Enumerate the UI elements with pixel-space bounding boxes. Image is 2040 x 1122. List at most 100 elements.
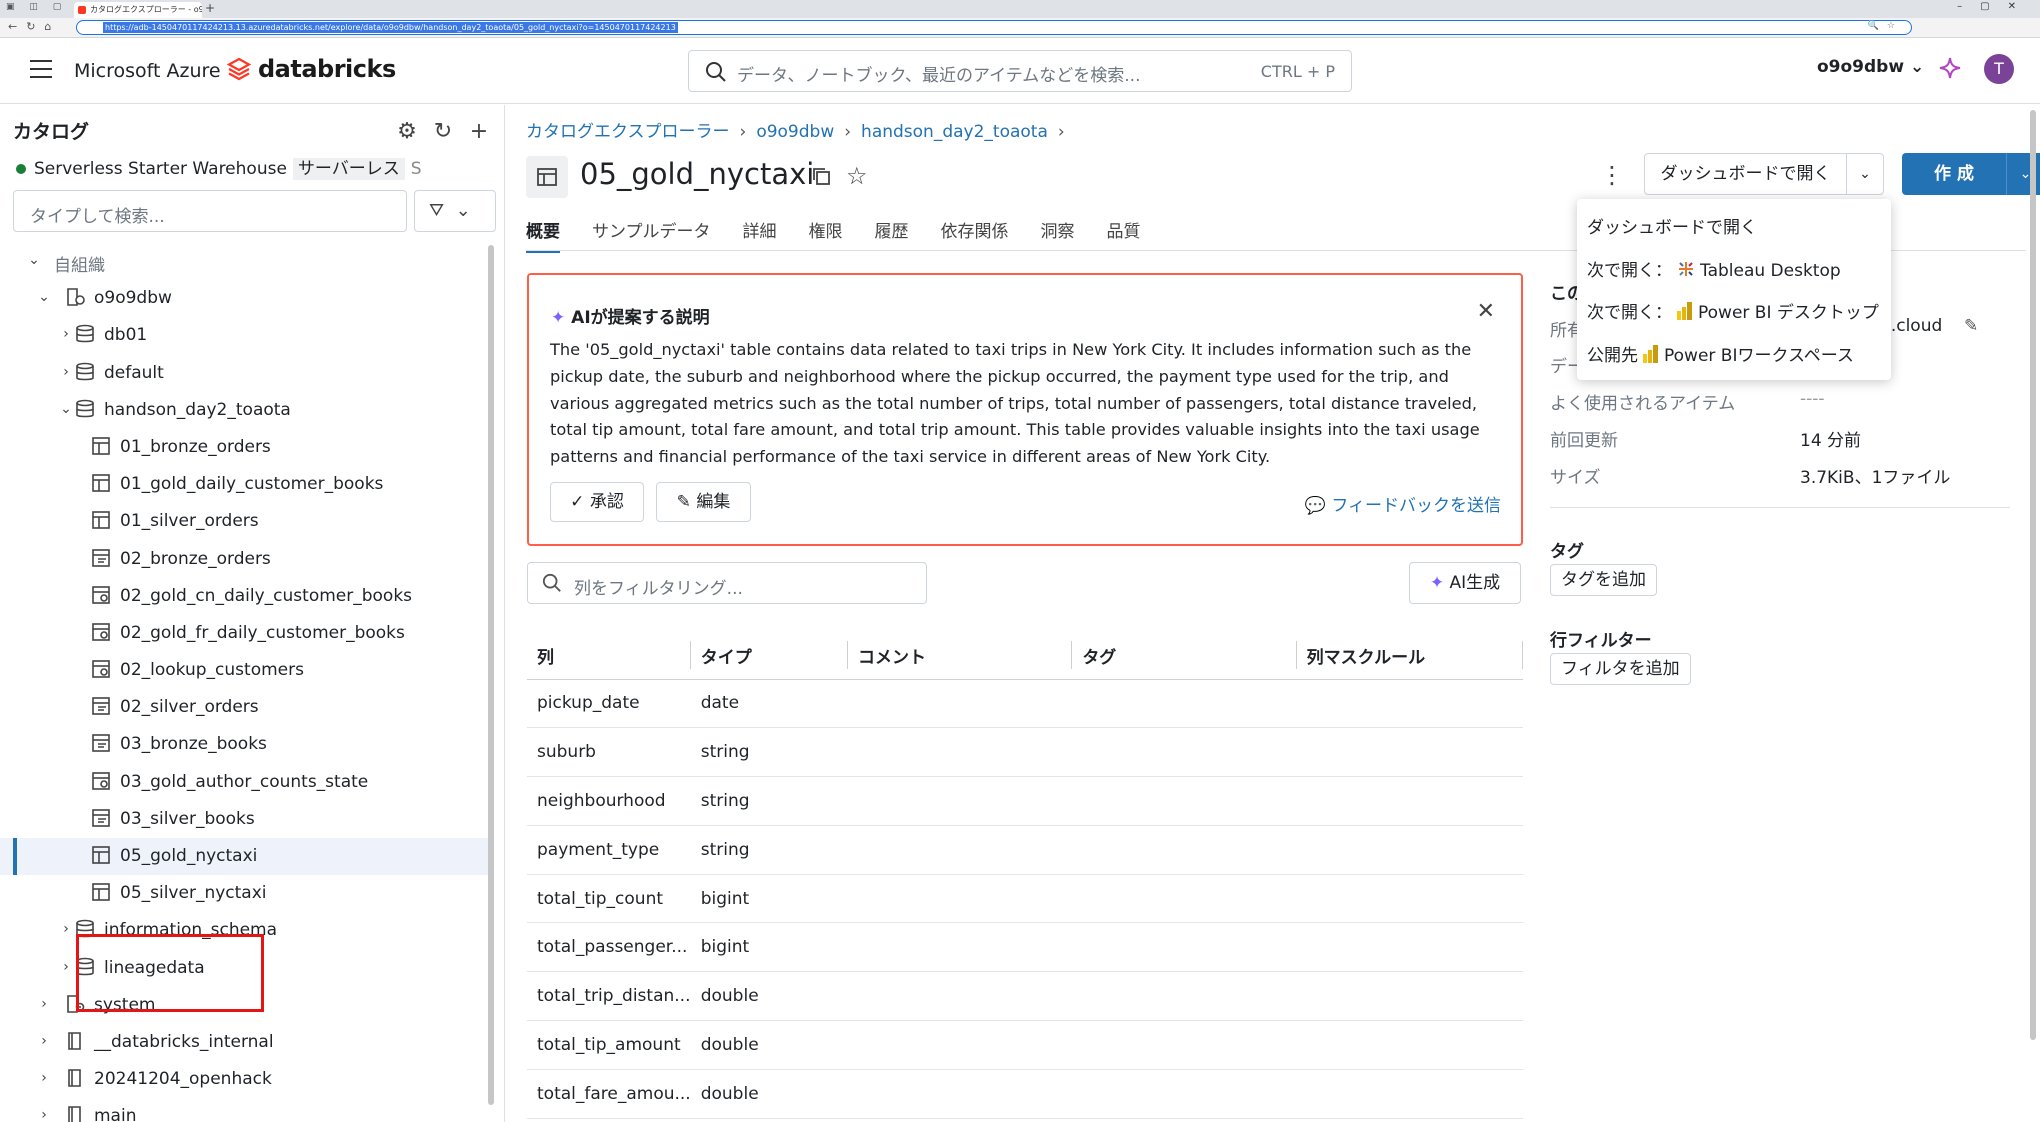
- menu-item-publish-powerbi-workspace[interactable]: 公開先 Power BIワークスペース: [1587, 341, 1854, 369]
- column-tags-cell[interactable]: [1072, 825, 1297, 875]
- chevron-right-icon[interactable]: ›: [37, 1033, 51, 1049]
- column-comment-cell[interactable]: [847, 874, 1073, 924]
- menu-icon[interactable]: [30, 60, 52, 78]
- ai-generate-button[interactable]: ✦ AI生成: [1409, 562, 1521, 604]
- chevron-right-icon[interactable]: ›: [59, 921, 73, 937]
- column-mask-cell[interactable]: [1296, 1069, 1523, 1119]
- table-row[interactable]: suburb string: [527, 727, 1523, 778]
- settings-gear-icon[interactable]: ⚙: [393, 119, 421, 144]
- star-icon[interactable]: ☆: [846, 162, 868, 190]
- breadcrumb-catalog-explorer[interactable]: カタログエクスプローラー: [526, 122, 730, 142]
- header-mask-rule[interactable]: 列マスクルール: [1296, 633, 1523, 680]
- tree-item[interactable]: 03_gold_author_counts_state: [0, 764, 490, 801]
- tree-item[interactable]: › main: [0, 1098, 490, 1122]
- header-tags[interactable]: タグ: [1072, 633, 1297, 680]
- tree-item[interactable]: 01_gold_daily_customer_books: [0, 466, 490, 503]
- table-row[interactable]: total_passenger... bigint: [527, 922, 1523, 973]
- tab-sample-data[interactable]: サンプルデータ: [592, 217, 711, 250]
- table-row[interactable]: neighbourhood string: [527, 776, 1523, 826]
- table-row[interactable]: total_fare_amou... double: [527, 1069, 1523, 1119]
- tree-item[interactable]: 02_bronze_orders: [0, 541, 490, 578]
- browser-tab-actions[interactable]: ▣ ◫ ▢: [6, 2, 67, 12]
- chevron-down-icon[interactable]: ⌄: [59, 401, 73, 417]
- tab-history[interactable]: 履歴: [875, 217, 909, 250]
- tree-item[interactable]: 03_silver_books: [0, 801, 490, 838]
- pencil-icon[interactable]: ✎: [1964, 316, 1978, 336]
- tree-item[interactable]: ⌄ o9o9dbw: [0, 280, 490, 317]
- address-bar-icons[interactable]: 🔍☆: [1868, 21, 1903, 31]
- tree-item[interactable]: › __databricks_internal: [0, 1024, 490, 1061]
- create-button[interactable]: 作 成: [1902, 153, 2006, 195]
- column-tags-cell[interactable]: [1072, 874, 1297, 924]
- column-mask-cell[interactable]: [1296, 825, 1523, 875]
- sidebar-scrollbar[interactable]: [488, 245, 494, 1105]
- refresh-icon[interactable]: ↻: [429, 119, 457, 144]
- brand-databricks[interactable]: databricks: [258, 55, 396, 83]
- tab-permissions[interactable]: 権限: [809, 217, 843, 250]
- column-tags-cell[interactable]: [1072, 679, 1297, 729]
- menu-item-open-powerbi-desktop[interactable]: 次で開く： Power BI デスクトップ: [1587, 298, 1879, 326]
- tree-item[interactable]: ⌄ 自組織: [0, 243, 490, 280]
- add-tag-button[interactable]: タグを追加: [1550, 564, 1657, 596]
- column-comment-cell[interactable]: [847, 971, 1073, 1022]
- tab-lineage[interactable]: 依存関係: [941, 217, 1009, 250]
- column-mask-cell[interactable]: [1296, 922, 1523, 973]
- column-tags-cell[interactable]: [1072, 1020, 1297, 1070]
- browser-nav-buttons[interactable]: ←↻⌂: [8, 20, 60, 33]
- tree-item[interactable]: 02_gold_fr_daily_customer_books: [0, 615, 490, 652]
- column-tags-cell[interactable]: [1072, 776, 1297, 826]
- tree-item[interactable]: 02_lookup_customers: [0, 652, 490, 689]
- tree-item[interactable]: 02_silver_orders: [0, 689, 490, 726]
- column-filter-input[interactable]: 列をフィルタリング...: [527, 562, 927, 604]
- kebab-menu-icon[interactable]: ⋮: [1600, 161, 1624, 189]
- column-mask-cell[interactable]: [1296, 679, 1523, 729]
- menu-item-open-tableau[interactable]: 次で開く： Tableau Desktop: [1587, 256, 1841, 284]
- tree-item[interactable]: › lineagedata: [0, 950, 490, 987]
- chevron-right-icon[interactable]: ›: [37, 996, 51, 1012]
- tab-details[interactable]: 詳細: [743, 217, 777, 250]
- global-search-input[interactable]: データ、ノートブック、最近のアイテムなどを検索... CTRL + P: [688, 50, 1352, 92]
- chevron-down-icon[interactable]: ⌄: [37, 289, 51, 305]
- tree-item[interactable]: › db01: [0, 317, 490, 354]
- avatar[interactable]: T: [1984, 54, 2014, 84]
- tree-filter-button[interactable]: ⛛ ⌄: [414, 190, 496, 232]
- column-comment-cell[interactable]: [847, 825, 1073, 875]
- chevron-right-icon[interactable]: ›: [37, 1107, 51, 1122]
- add-icon[interactable]: +: [465, 119, 493, 144]
- tree-item[interactable]: › default: [0, 355, 490, 392]
- tree-item[interactable]: 02_gold_cn_daily_customer_books: [0, 578, 490, 615]
- chevron-down-icon[interactable]: ⌄: [1846, 153, 1884, 195]
- header-type[interactable]: タイプ: [690, 633, 848, 680]
- tree-item[interactable]: › 20241204_openhack: [0, 1061, 490, 1098]
- column-tags-cell[interactable]: [1072, 922, 1297, 973]
- breadcrumb-schema[interactable]: handson_day2_toaota: [861, 122, 1048, 142]
- column-comment-cell[interactable]: [847, 1020, 1073, 1070]
- edit-button[interactable]: ✎ 編集: [656, 482, 751, 522]
- browser-tab[interactable]: カタログエクスプローラー - o9o9dbw: [74, 2, 202, 18]
- warehouse-selector[interactable]: Serverless Starter Warehouse サーバーレス S: [16, 154, 422, 180]
- tab-insights[interactable]: 洞察: [1041, 217, 1075, 250]
- breadcrumb-catalog[interactable]: o9o9dbw: [756, 122, 834, 142]
- tree-item[interactable]: 01_bronze_orders: [0, 429, 490, 466]
- chevron-right-icon[interactable]: ›: [59, 326, 73, 342]
- tree-item[interactable]: › system: [0, 987, 490, 1024]
- column-mask-cell[interactable]: [1296, 874, 1523, 924]
- header-column[interactable]: 列: [527, 633, 691, 680]
- menu-item-open-dashboard[interactable]: ダッシュボードで開く: [1587, 213, 1757, 238]
- chevron-right-icon[interactable]: ›: [59, 364, 73, 380]
- column-tags-cell[interactable]: [1072, 727, 1297, 778]
- assistant-sparkle-icon[interactable]: [1938, 56, 1962, 84]
- new-tab-icon[interactable]: +: [205, 1, 215, 15]
- column-comment-cell[interactable]: [847, 1069, 1073, 1119]
- open-dashboard-button[interactable]: ダッシュボードで開く: [1644, 153, 1847, 195]
- column-mask-cell[interactable]: [1296, 971, 1523, 1022]
- tree-item[interactable]: 01_silver_orders: [0, 503, 490, 540]
- workspace-switcher[interactable]: o9o9dbw ⌄: [1817, 57, 1924, 77]
- chevron-down-icon[interactable]: ⌄: [27, 252, 41, 268]
- tree-item[interactable]: › information_schema: [0, 912, 490, 949]
- column-comment-cell[interactable]: [847, 922, 1073, 973]
- column-mask-cell[interactable]: [1296, 727, 1523, 778]
- table-row[interactable]: total_trip_distan... double: [527, 971, 1523, 1022]
- column-comment-cell[interactable]: [847, 727, 1073, 778]
- tree-item[interactable]: 05_silver_nyctaxi: [0, 875, 490, 912]
